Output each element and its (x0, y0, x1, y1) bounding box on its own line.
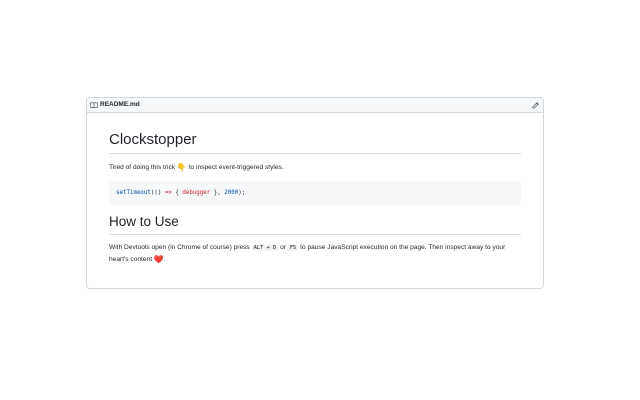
book-icon (90, 101, 98, 109)
howto-text-2: or (278, 244, 288, 251)
readme-header: README.md (87, 98, 543, 113)
code-arrow: => (164, 190, 172, 196)
readme-panel: README.md Clockstopper Tired of doing th… (86, 97, 544, 289)
file-name: README.md (100, 100, 140, 108)
howto-paragraph: With Devtools open (in Chrome of course)… (109, 242, 521, 265)
pointing-down-emoji-icon: 👇 (176, 163, 187, 172)
code-number: 2000 (224, 190, 239, 196)
readme-content: Clockstopper Tired of doing this trick 👇… (87, 113, 543, 265)
intro-paragraph: Tired of doing this trick 👇 to inspect e… (109, 162, 521, 173)
heart-emoji-icon: ❤️ (153, 255, 164, 264)
pencil-icon[interactable] (532, 101, 539, 109)
howto-heading: How to Use (109, 213, 521, 235)
howto-text-1: With Devtools open (in Chrome of course)… (109, 244, 252, 251)
readme-file-label[interactable]: README.md (90, 100, 140, 109)
code-keyword: debugger (182, 190, 211, 196)
code-brace-open: { (171, 190, 183, 196)
code-brace-close: }, (210, 190, 225, 196)
code-close: ); (238, 190, 246, 196)
code-block: setTimeout(() => { debugger }, 2000); (109, 181, 521, 205)
intro-text-after: to inspect event-triggered styles. (186, 164, 284, 171)
code-function: setTimeout (116, 190, 151, 196)
intro-text-before: Tired of doing this trick (109, 164, 177, 171)
code-open: (() (150, 190, 165, 196)
page-title: Clockstopper (109, 130, 521, 154)
howto-text-4: . (163, 256, 166, 263)
shortcut-key-alt-d: ALT + D (251, 245, 279, 251)
shortcut-key-f5: F5 (287, 245, 299, 251)
